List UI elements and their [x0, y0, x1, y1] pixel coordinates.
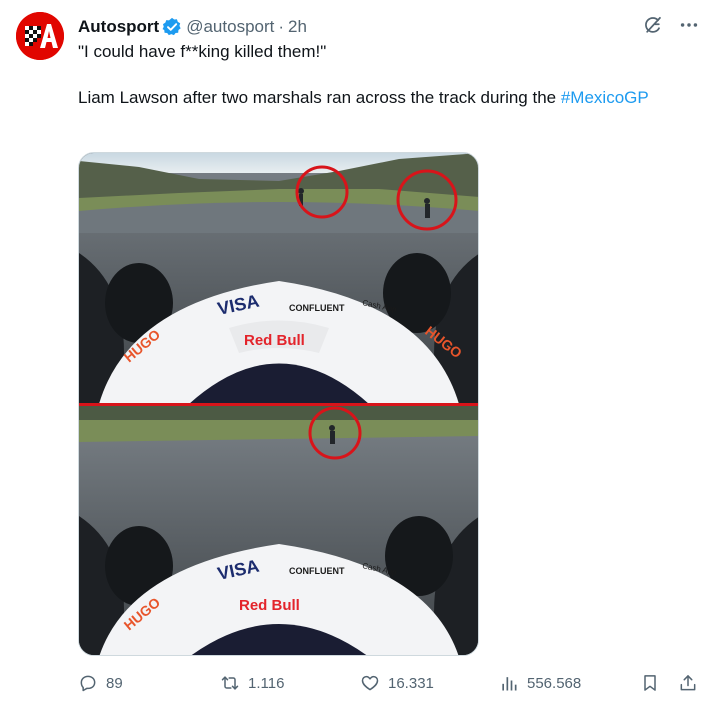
flushed-face-emoji	[78, 109, 100, 176]
retweet-button[interactable]: 1.116	[220, 670, 284, 696]
avatar[interactable]	[16, 12, 64, 60]
svg-text:CONFLUENT: CONFLUENT	[289, 303, 345, 313]
bookmark-icon	[644, 675, 656, 691]
view-count: 556.568	[527, 674, 582, 692]
autosport-logo-icon	[16, 12, 64, 60]
top-actions	[642, 14, 700, 36]
tweet-body: Liam Lawson after two marshals ran acros…	[78, 86, 698, 109]
reply-button[interactable]: 89	[78, 670, 123, 696]
media-image[interactable]: VISA CONFLUENT Cash App Red Bull HUGO HU…	[78, 152, 479, 656]
verified-badge-icon	[162, 17, 182, 37]
tweet-body-text: Liam Lawson after two marshals ran acros…	[78, 88, 561, 107]
retweet-icon	[221, 676, 239, 690]
handle[interactable]: @autosport	[186, 16, 274, 38]
views-icon	[502, 677, 517, 691]
share-icon	[680, 675, 696, 691]
heart-icon	[361, 675, 379, 691]
separator-dot: ·	[278, 17, 285, 36]
tweet-actions: 89 1.116 16.331 556.568	[78, 670, 702, 696]
hashtag-link[interactable]: #MexicoGP	[561, 88, 649, 107]
bookmark-button[interactable]	[640, 670, 660, 696]
retweet-count: 1.116	[248, 674, 285, 692]
timestamp[interactable]: 2h	[288, 16, 307, 38]
tweet-header: Autosport @autosport · 2h	[78, 16, 307, 38]
like-count: 16.331	[388, 674, 434, 692]
reply-count: 89	[106, 674, 123, 692]
reply-icon	[80, 675, 96, 692]
grok-icon[interactable]	[642, 14, 664, 36]
views-button[interactable]: 556.568	[499, 670, 581, 696]
display-name[interactable]: Autosport	[78, 16, 159, 38]
onboard-frame-bottom: VISA CONFLUENT Cash App Red Bull HUGO	[79, 406, 478, 655]
tweet-quote: "I could have f**king killed them!"	[78, 42, 327, 61]
share-button[interactable]	[678, 670, 698, 696]
tweet-card: Autosport @autosport · 2h "I could have …	[0, 0, 718, 708]
onboard-frame-top: VISA CONFLUENT Cash App Red Bull HUGO HU…	[79, 153, 478, 404]
svg-text:CONFLUENT: CONFLUENT	[289, 566, 345, 576]
svg-text:Red Bull: Red Bull	[244, 332, 305, 349]
like-button[interactable]: 16.331	[360, 670, 434, 696]
more-dots-icon[interactable]	[678, 14, 700, 36]
svg-text:Red Bull: Red Bull	[239, 597, 300, 614]
